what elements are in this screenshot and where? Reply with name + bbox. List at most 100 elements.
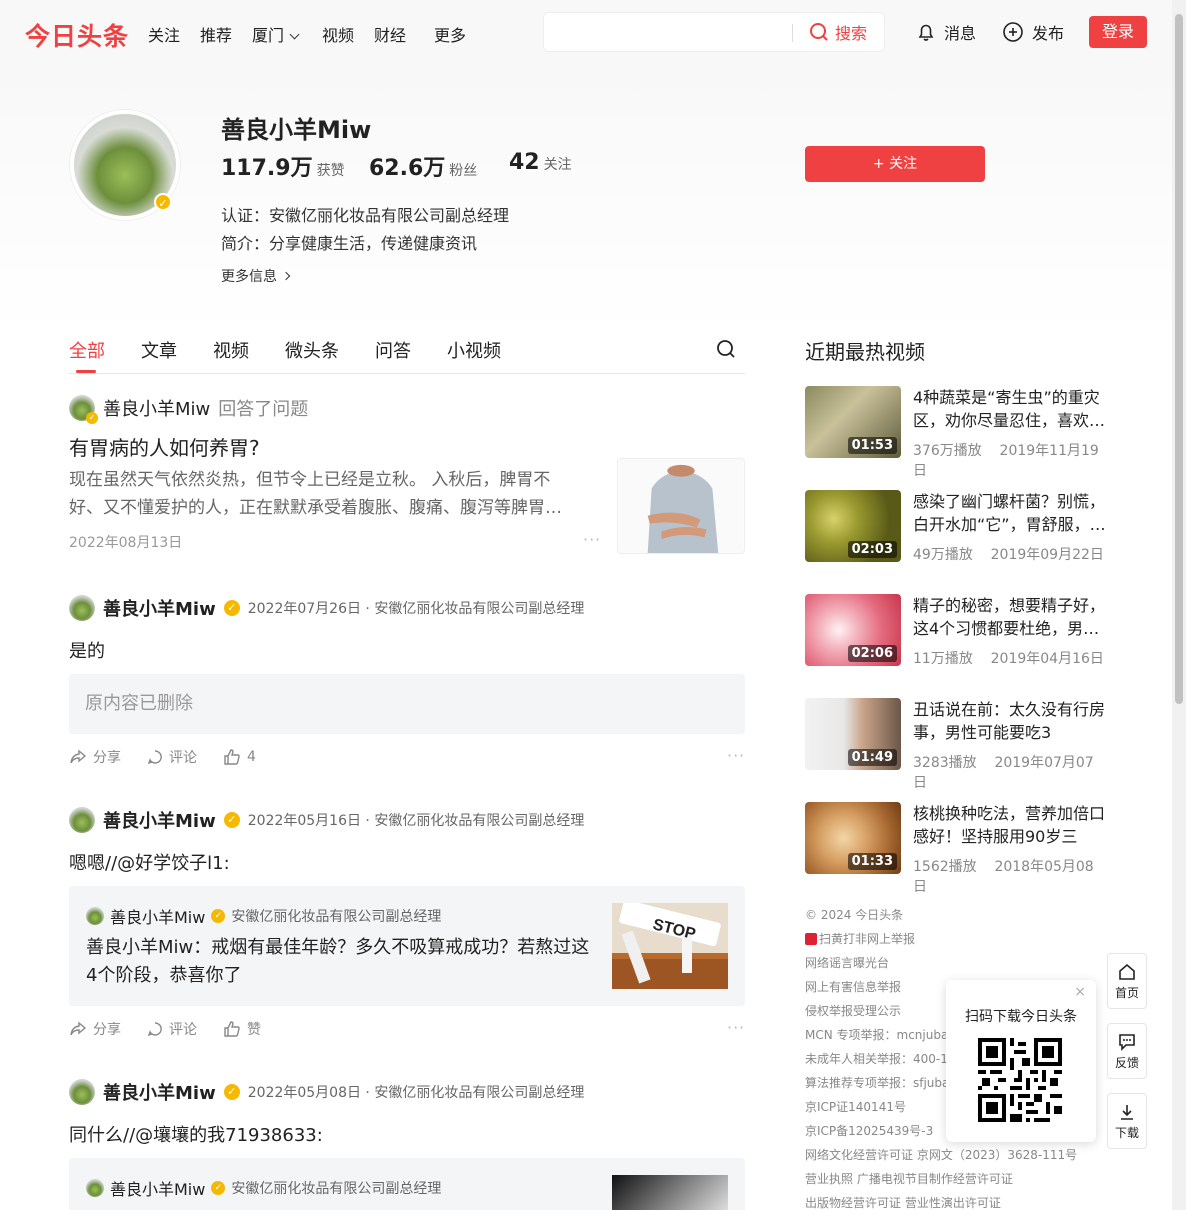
share-button[interactable]: 分享 [69,747,121,767]
more-options-icon[interactable]: ··· [727,746,745,765]
footer-culture-license[interactable]: 网络文化经营许可证 京网文（2023）3628-111号 [805,1146,1077,1163]
download-icon [1121,1105,1133,1120]
quoted-author[interactable]: 善良小羊Miw [110,1176,205,1200]
messages-button[interactable]: 消息 [916,20,976,44]
quoted-thumbnail[interactable] [612,1175,728,1210]
feed-date: 2022年08月13日 [69,535,183,551]
footer-link-algorithm[interactable]: 算法推荐专项举报：sfjuba [805,1074,949,1091]
nav-video[interactable]: 视频 [322,22,354,46]
quoted-text[interactable]: 善良小羊Miw：戒烟有最佳年龄？多久不吸算戒成功？若熬过这 4个阶段，恭喜你了 [86,934,596,990]
fans-label: 粉丝 [449,163,478,179]
tab-articles[interactable]: 文章 [141,337,177,363]
avatar[interactable] [69,1079,95,1105]
footer-link-infringement[interactable]: 侵权举报受理公示 [805,1002,901,1019]
video-item[interactable]: 01:49 丑话说在前：太久没有行房事，男性可能要吃3个“苦… 3283播放 2… [805,698,1105,791]
footer-icp-record[interactable]: 京ICP备12025439号-3 [805,1122,933,1139]
feed-author[interactable]: 善良小羊Miw [103,595,216,621]
footer-link-mcn[interactable]: MCN 专项举报：mcnjubao [805,1026,956,1043]
video-item[interactable]: 02:06 精子的秘密，想要精子好，这4个习惯都要杜绝，男… 11万播放 201… [805,594,1105,667]
footer-publication-license[interactable]: 出版物经营许可证 营业性演出许可证 [805,1194,1001,1210]
float-home-button[interactable]: 首页 [1107,953,1147,1009]
tab-micro-posts[interactable]: 微头条 [285,337,339,363]
report-badge-icon [805,932,817,945]
float-feedback-label: 反馈 [1114,1056,1139,1070]
quoted-thumbnail[interactable]: STOP [612,903,728,989]
feed-item-2-header: 善良小羊Miw ✓ 2022年07月26日 · 安徽亿丽化妆品有限公司副总经理 [69,595,584,621]
close-icon[interactable]: × [1074,984,1086,1000]
avatar[interactable] [69,807,95,833]
feed-item-4-header: 善良小羊Miw ✓ 2022年05月08日 · 安徽亿丽化妆品有限公司副总经理 [69,1079,584,1105]
likes-value: 117.9万 [221,156,313,181]
search-icon [810,23,828,41]
video-thumbnail: 01:49 [805,698,901,770]
footer-link-rumor[interactable]: 网络谣言曝光台 [805,954,889,971]
comment-button[interactable]: 评论 [147,747,197,767]
video-plays: 49万播放 [913,547,973,563]
more-options-icon[interactable]: ··· [727,1018,745,1037]
tab-search-icon[interactable] [716,339,736,359]
login-button[interactable]: 登录 [1089,16,1147,48]
more-info-link[interactable]: 更多信息 [221,266,291,286]
post-text[interactable]: 是的 [69,637,105,663]
quoted-author[interactable]: 善良小羊Miw [110,904,205,928]
footer-link-minors[interactable]: 未成年人相关举报：400-14 [805,1050,956,1067]
avatar[interactable] [69,595,95,621]
feed-author[interactable]: 善良小羊Miw [103,395,210,421]
nav-finance[interactable]: 财经 [374,22,406,46]
tab-divider [69,373,745,374]
answer-thumbnail[interactable] [617,458,745,554]
avatar[interactable]: ✓ [69,395,98,424]
float-feedback-button[interactable]: 反馈 [1107,1023,1147,1079]
feed-author[interactable]: 善良小羊Miw [103,1079,216,1105]
video-title: 核桃换种吃法，营养加倍口感好！坚持服用90岁三高… [913,804,1106,846]
like-button[interactable]: 4 [223,749,256,765]
video-thumbnail: 01:53 [805,386,901,458]
tab-all[interactable]: 全部 [69,337,105,363]
tab-short-videos[interactable]: 小视频 [447,337,501,363]
video-item[interactable]: 01:53 4种蔬菜是“寄生虫”的重灾区，劝你尽量忍住，喜欢… 376万播放 2… [805,386,1105,479]
comment-button[interactable]: 评论 [147,1019,197,1039]
more-options-icon[interactable]: ··· [583,530,601,549]
footer-copyright: © 2024 今日头条 [805,908,904,922]
share-button[interactable]: 分享 [69,1019,121,1039]
quoted-text-line-1: 善良小羊Miw：戒烟有最佳年龄？多久不吸算戒成功？若熬过这 [86,937,590,958]
verified-badge-icon: ✓ [154,193,172,211]
question-title[interactable]: 有胃病的人如何养胃? [69,432,260,461]
answer-excerpt[interactable]: 现在虽然天气依然炎热，但节令上已经是立秋。 入秋后，脾胃不 好、又不懂爱护的人，… [69,466,599,522]
toutiao-logo[interactable]: 今日头条 [25,17,129,53]
fans-stat[interactable]: 62.6万 粉丝 [369,150,477,182]
tab-videos[interactable]: 视频 [213,337,249,363]
video-item[interactable]: 01:33 核桃换种吃法，营养加倍口感好！坚持服用90岁三高… 1562播放 2… [805,802,1106,895]
search-button[interactable]: 搜索 [809,20,867,44]
scrollbar-thumb[interactable] [1175,14,1183,704]
feedback-icon [1119,1034,1135,1051]
video-thumbnail: 02:03 [805,490,901,562]
footer-link-report-porn[interactable]: 扫黄打非网上举报 [805,930,915,947]
feed-meta: 2022年07月26日 · 安徽亿丽化妆品有限公司副总经理 [247,601,585,617]
float-download-button[interactable]: 下载 [1107,1093,1147,1149]
following-stat[interactable]: 42 关注 [509,150,572,175]
verified-badge-icon: ✓ [223,600,240,616]
nav-recommend[interactable]: 推荐 [200,22,232,46]
feed-author[interactable]: 善良小羊Miw [103,807,216,833]
video-item[interactable]: 02:03 感染了幽门螺杆菌？别慌，白开水加“它”，胃舒服，… 49万播放 20… [805,490,1106,563]
page-scrollbar[interactable] [1172,0,1186,1210]
verified-badge-icon: ✓ [211,1181,226,1195]
tab-qa[interactable]: 问答 [375,337,411,363]
post-text[interactable]: 嗯嗯//@好学饺子l1: [69,849,230,875]
publish-button[interactable]: 发布 [1002,20,1064,44]
video-meta: 376万播放 2019年11月19日 [913,440,1105,480]
answer-excerpt-line-2: 好、又不懂爱护的人，正在默默承受着腹胀、腹痛、腹泻等脾胃… [69,498,562,518]
nav-more[interactable]: 更多 [434,22,466,46]
bio-text: 简介：分享健康生活，传递健康资讯 [221,234,478,253]
certification-text: 认证：安徽亿丽化妆品有限公司副总经理 [221,206,510,225]
nav-follow[interactable]: 关注 [148,22,180,46]
footer-icp-license[interactable]: 京ICP证140141号 [805,1098,906,1115]
more-info-label: 更多信息 [221,269,277,285]
like-button[interactable]: 赞 [223,1019,261,1039]
footer-link-harmful-info[interactable]: 网上有害信息举报 [805,978,901,995]
nav-city[interactable]: 厦门 [252,22,300,46]
post-text[interactable]: 同什么//@壤壤的我71938633: [69,1121,323,1147]
follow-button[interactable]: + 关注 [805,146,985,182]
footer-business-license[interactable]: 营业执照 广播电视节目制作经营许可证 [805,1170,1013,1187]
